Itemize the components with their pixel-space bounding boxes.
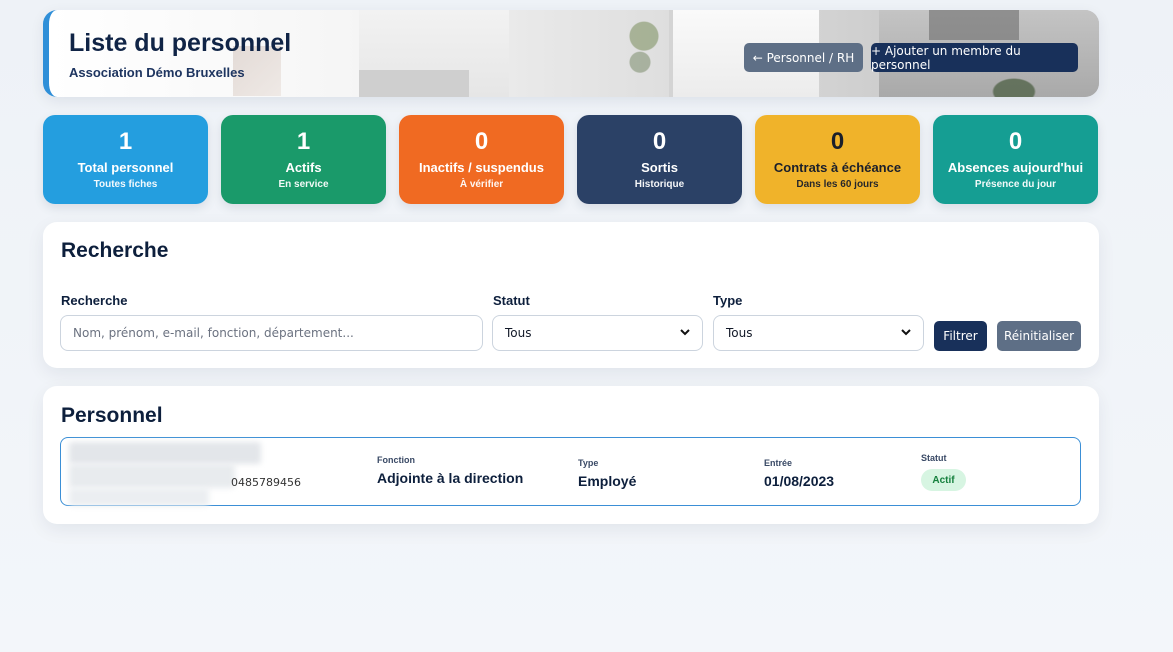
stat-sublabel: Historique [634, 179, 685, 190]
type-select[interactable]: Tous [713, 315, 924, 351]
stat-card-expiring-contracts: 0 Contrats à échéance Dans les 60 jours [755, 115, 920, 204]
header-background-decor [929, 10, 1019, 40]
stat-sublabel: Présence du jour [974, 179, 1057, 190]
search-input[interactable]: Nom, prénom, e-mail, fonction, départeme… [60, 315, 483, 351]
type-value: Employé [578, 473, 637, 489]
filter-button[interactable]: Filtrer [934, 321, 987, 351]
status-filter-label: Statut [493, 293, 530, 308]
stat-label: Actifs [285, 160, 322, 175]
stat-sublabel: À vérifier [459, 179, 504, 190]
stat-card-total: 1 Total personnel Toutes fiches [43, 115, 208, 204]
organization-name: Association Démo Bruxelles [69, 65, 245, 80]
header-background-decor [359, 70, 469, 97]
type-select-value: Tous [726, 326, 753, 340]
stat-label: Absences aujourd'hui [947, 160, 1084, 175]
personnel-row[interactable]: 0485789456 Fonction Adjointe à la direct… [60, 437, 1081, 506]
status-label: Statut [921, 453, 947, 463]
personnel-panel-title: Personnel [61, 404, 163, 427]
stat-card-active: 1 Actifs En service [221, 115, 386, 204]
search-panel-title: Recherche [61, 239, 169, 262]
redacted-details [69, 488, 209, 506]
back-to-hr-button[interactable]: ← Personnel / RH [744, 43, 863, 72]
stat-sublabel: Dans les 60 jours [796, 179, 879, 190]
reset-button[interactable]: Réinitialiser [997, 321, 1081, 351]
entry-date-value: 01/08/2023 [764, 473, 835, 489]
stat-value: 0 [1008, 128, 1023, 155]
header-background-decor [979, 70, 1049, 97]
stat-card-exited: 0 Sortis Historique [577, 115, 742, 204]
chevron-down-icon [680, 329, 690, 336]
entry-date-label: Entrée [764, 458, 793, 468]
stat-value: 0 [830, 128, 845, 155]
search-query-label: Recherche [61, 293, 128, 308]
stat-label: Inactifs / suspendus [419, 160, 544, 175]
stat-label: Total personnel [77, 160, 174, 175]
type-label: Type [578, 458, 599, 468]
status-select[interactable]: Tous [492, 315, 703, 351]
fonction-label: Fonction [377, 455, 415, 465]
redacted-name [69, 442, 261, 464]
person-phone: 0485789456 [231, 476, 301, 489]
fonction-value: Adjointe à la direction [377, 470, 524, 486]
add-staff-member-button[interactable]: + Ajouter un membre du personnel [871, 43, 1078, 72]
chevron-down-icon [901, 329, 911, 336]
personnel-panel: Personnel 0485789456 Fonction Adjointe à… [43, 386, 1099, 524]
page-title: Liste du personnel [69, 29, 292, 57]
stat-value: 0 [474, 128, 489, 155]
stat-card-absences: 0 Absences aujourd'hui Présence du jour [933, 115, 1098, 204]
redacted-email [69, 464, 235, 488]
stat-sublabel: Toutes fiches [93, 179, 158, 190]
stat-label: Sortis [641, 160, 678, 175]
status-badge: Actif [921, 469, 966, 491]
status-select-value: Tous [505, 326, 532, 340]
search-panel: Recherche Recherche Nom, prénom, e-mail,… [43, 222, 1099, 368]
stat-value: 1 [296, 128, 311, 155]
page-header: Liste du personnel Association Démo Brux… [43, 10, 1099, 97]
stat-value: 0 [652, 128, 667, 155]
header-background-decor [624, 10, 664, 97]
stat-sublabel: En service [278, 179, 329, 190]
stat-label: Contrats à échéance [773, 160, 902, 175]
stat-card-inactive: 0 Inactifs / suspendus À vérifier [399, 115, 564, 204]
type-filter-label: Type [713, 293, 743, 308]
stat-value: 1 [118, 128, 133, 155]
